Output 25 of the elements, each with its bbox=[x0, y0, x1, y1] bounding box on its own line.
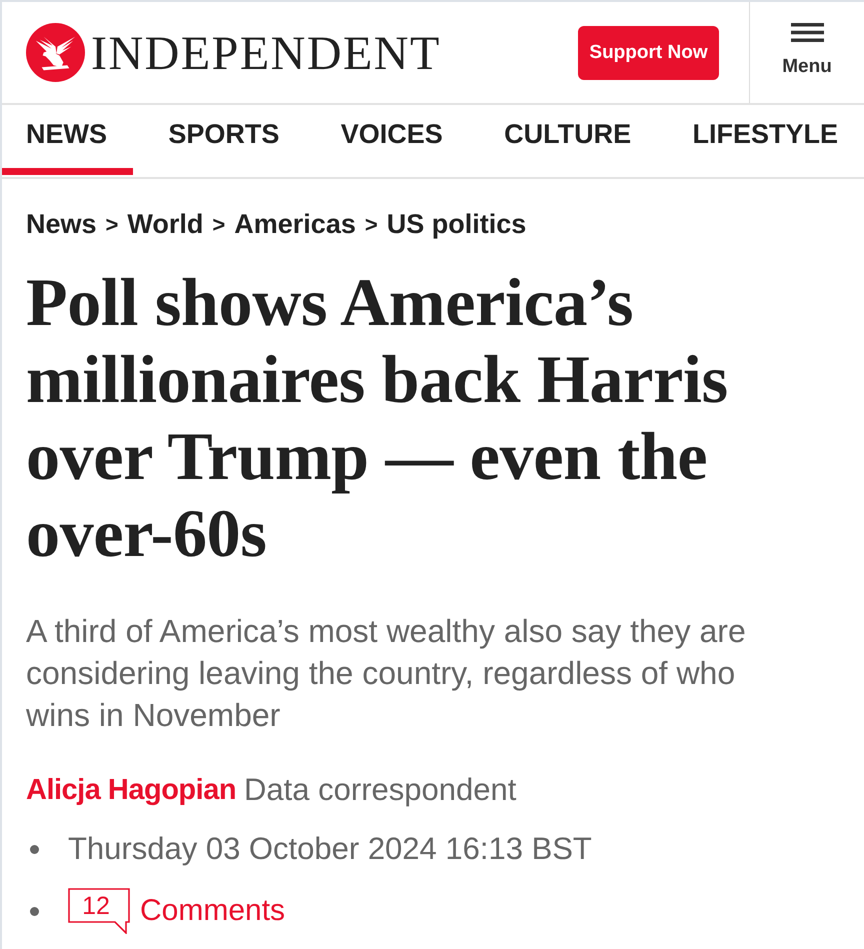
menu-icon bbox=[790, 23, 824, 42]
breadcrumb-link[interactable]: US politics bbox=[386, 209, 526, 240]
nav-tab[interactable]: NEWS bbox=[2, 105, 133, 175]
author-role: Data correspondent bbox=[244, 771, 516, 809]
breadcrumb-link[interactable]: World bbox=[127, 209, 204, 240]
publish-date: Thursday 03 October 2024 16:13 BST bbox=[68, 830, 592, 868]
breadcrumb-link[interactable]: News bbox=[26, 209, 97, 240]
site-wordmark[interactable]: INDEPENDENT bbox=[91, 28, 441, 78]
breadcrumb-link[interactable]: Americas bbox=[234, 209, 356, 240]
article-headline: Poll shows America’s millionaires back Harris over Trump — even the over-60s bbox=[26, 264, 729, 572]
comment-count[interactable]: 12 bbox=[68, 888, 130, 934]
bird-logo-icon[interactable] bbox=[26, 23, 85, 82]
author-link[interactable]: Alicja Hagopian bbox=[26, 770, 236, 810]
breadcrumb-separator: > bbox=[106, 212, 118, 238]
comments-link[interactable]: Comments bbox=[140, 890, 286, 932]
breadcrumb-separator: > bbox=[364, 212, 378, 238]
bullet-icon bbox=[30, 844, 39, 854]
nav-tab[interactable]: LIFESTYLE bbox=[668, 105, 864, 175]
nav-tab[interactable]: SPORTS bbox=[144, 105, 306, 175]
bullet-icon bbox=[30, 906, 39, 916]
nav-tab[interactable]: CULTURE bbox=[480, 105, 658, 175]
nav-tab[interactable]: VOICES bbox=[316, 105, 469, 175]
breadcrumb-separator: > bbox=[212, 212, 226, 238]
support-button[interactable]: Support Now bbox=[578, 26, 719, 80]
article-standfirst: A third of America’s most wealthy also say they are considering leaving the country, regardless of who wins in November bbox=[26, 612, 747, 735]
